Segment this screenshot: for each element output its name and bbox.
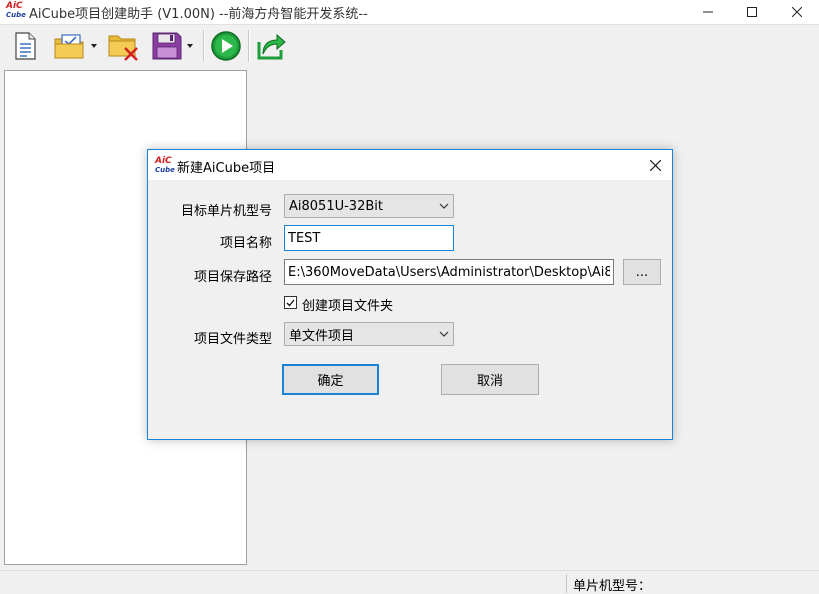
cancel-button[interactable]: 取消: [441, 364, 539, 395]
create-folder-label[interactable]: 创建项目文件夹: [302, 295, 393, 314]
close-project-button[interactable]: [106, 29, 142, 63]
delete-folder-icon: [108, 35, 138, 61]
new-project-button[interactable]: [10, 29, 40, 63]
toolbar-separator: [203, 30, 205, 62]
maximize-icon: [747, 7, 757, 17]
export-button[interactable]: [253, 29, 289, 63]
status-bar: [0, 570, 819, 594]
logo-text-top: AiC: [6, 1, 23, 11]
logo-text-top: AiC: [155, 156, 172, 166]
logo-text-bottom: Cube: [6, 11, 26, 19]
save-path-input[interactable]: [284, 259, 614, 285]
file-type-select-value: 单文件项目: [289, 328, 355, 344]
create-folder-checkbox[interactable]: [284, 296, 297, 309]
mcu-select-value: Ai8051U-32Bit: [289, 198, 383, 214]
dialog-titlebar: AiC Cube 新建AiCube项目: [148, 150, 672, 180]
window-titlebar: AiC Cube AiCube项目创建助手 (V1.00N) --前海方舟智能开…: [0, 0, 819, 24]
minimize-icon: [703, 11, 713, 13]
close-icon: [649, 159, 661, 171]
status-separator: [566, 574, 567, 593]
run-button[interactable]: [208, 29, 244, 63]
save-project-button[interactable]: [146, 29, 198, 63]
maximize-button[interactable]: [730, 0, 774, 24]
chevron-down-icon: [435, 331, 453, 337]
chevron-down-icon: [435, 203, 453, 209]
file-type-label: 项目文件类型: [193, 332, 272, 347]
new-project-dialog: AiC Cube 新建AiCube项目 目标单片机型号 Ai8051U-32Bi…: [147, 149, 673, 440]
ok-button[interactable]: 确定: [282, 364, 379, 395]
new-document-icon: [15, 32, 36, 60]
checkmark-icon: [286, 299, 295, 306]
close-window-button[interactable]: [775, 0, 819, 24]
export-share-icon: [257, 33, 286, 60]
status-mcu-label: 单片机型号：: [573, 579, 652, 594]
open-folder-icon: [54, 34, 84, 59]
window-title: AiCube项目创建助手 (V1.00N) --前海方舟智能开发系统--: [29, 7, 368, 22]
run-icon: [211, 31, 241, 61]
browse-button[interactable]: ...: [623, 259, 661, 285]
dialog-close-button[interactable]: [644, 154, 666, 176]
project-name-label: 项目名称: [219, 236, 272, 251]
mcu-select[interactable]: Ai8051U-32Bit: [284, 194, 454, 218]
open-project-button[interactable]: [50, 29, 100, 63]
aicube-logo-icon: AiC Cube: [155, 156, 175, 176]
file-type-select[interactable]: 单文件项目: [284, 322, 454, 346]
mcu-label: 目标单片机型号: [180, 204, 272, 219]
close-icon: [792, 7, 802, 17]
minimize-button[interactable]: [686, 0, 730, 24]
save-dropdown-arrow-icon[interactable]: [187, 44, 193, 48]
open-dropdown-arrow-icon[interactable]: [91, 44, 97, 48]
save-path-label: 项目保存路径: [193, 270, 272, 285]
dialog-title: 新建AiCube项目: [177, 161, 276, 176]
aicube-logo-icon: AiC Cube: [6, 1, 26, 21]
project-name-input[interactable]: [284, 225, 454, 251]
logo-text-bottom: Cube: [155, 166, 175, 174]
save-disk-icon: [152, 32, 182, 60]
toolbar-separator: [248, 30, 250, 62]
